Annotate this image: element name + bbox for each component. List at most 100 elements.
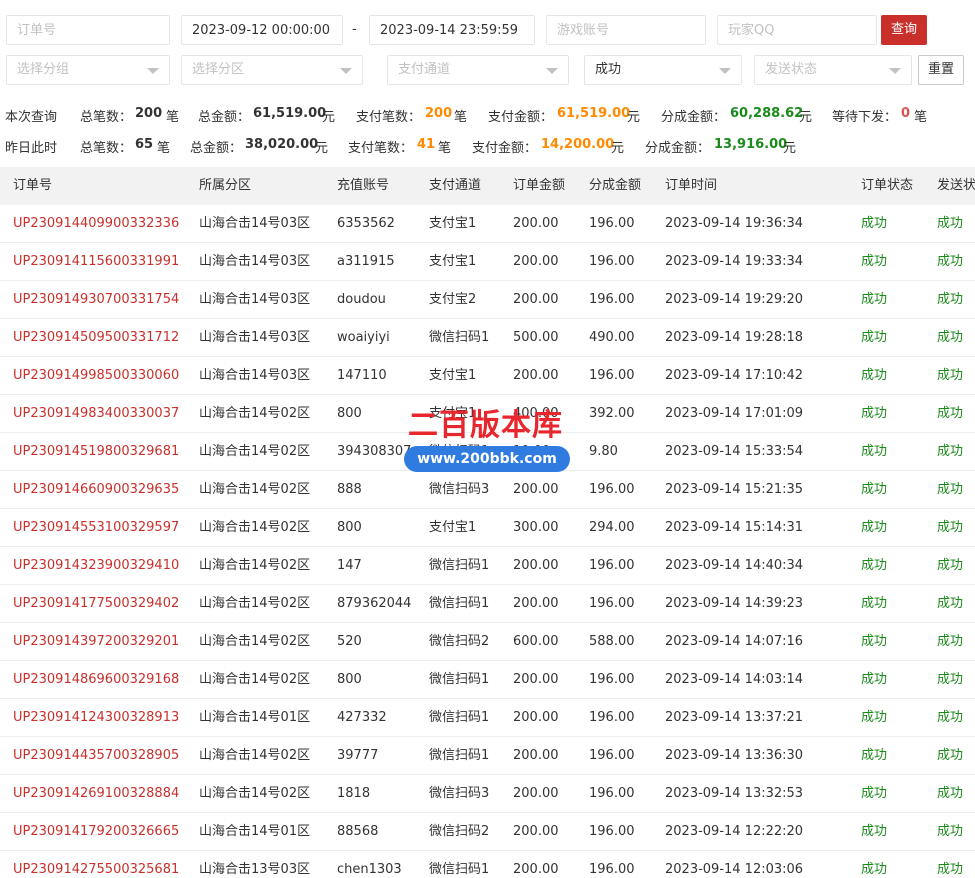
order-no-link[interactable]: UP230914409900332336 xyxy=(13,205,193,243)
amount-unit: 元 xyxy=(627,110,641,125)
player-qq-input[interactable] xyxy=(717,15,877,45)
table-row[interactable]: UP230914409900332336 山海合击14号03区 6353562 支付宝… xyxy=(0,205,975,243)
reset-button[interactable]: 重置 xyxy=(918,55,964,85)
order-no-link[interactable]: UP230914869600329168 xyxy=(13,661,193,699)
send-status-select[interactable]: 发送状态 xyxy=(754,55,912,85)
send-status-cell: 成功 xyxy=(937,786,964,801)
account-cell: 888 xyxy=(337,482,362,497)
table-row[interactable]: UP230914269100328884 山海合击14号02区 1818 微信扫码3 2… xyxy=(0,775,975,813)
channel-cell: 微信扫码1 xyxy=(429,710,490,725)
chevron-down-icon xyxy=(340,68,352,74)
order-time-cell: 2023-09-14 19:36:34 xyxy=(665,216,804,231)
query-button[interactable]: 查询 xyxy=(881,15,927,45)
order-no-link[interactable]: UP230914519800329681 xyxy=(13,433,193,471)
count-unit: 笔 xyxy=(166,110,180,125)
zone-cell: 山海合击14号01区 xyxy=(199,824,311,839)
order-no-link[interactable]: UP230914269100328884 xyxy=(13,775,193,813)
order-no-link[interactable]: UP230914998500330060 xyxy=(13,357,193,395)
zone-cell: 山海合击14号02区 xyxy=(199,444,311,459)
send-status-cell: 成功 xyxy=(937,444,964,459)
zone-cell: 山海合击14号02区 xyxy=(199,672,311,687)
order-time-cell: 2023-09-14 14:07:16 xyxy=(665,634,804,649)
account-cell: 520 xyxy=(337,634,362,649)
zone-cell: 山海合击14号03区 xyxy=(199,254,311,269)
order-time-cell: 2023-09-14 15:14:31 xyxy=(665,520,804,535)
column-header: 订单号 xyxy=(13,178,53,193)
order-no-link[interactable]: UP230914115600331991 xyxy=(13,243,193,281)
order-no-link[interactable]: UP230914660900329635 xyxy=(13,471,193,509)
column-header: 充值账号 xyxy=(337,178,390,193)
status-select-text: 成功 xyxy=(595,62,622,77)
chevron-down-icon xyxy=(889,68,901,74)
table-row[interactable]: UP230914397200329201 山海合击14号02区 520 微信扫码2 60… xyxy=(0,623,975,661)
order-no-link[interactable]: UP230914124300328913 xyxy=(13,699,193,737)
order-status-cell: 成功 xyxy=(861,672,888,687)
account-cell: 800 xyxy=(337,672,362,687)
start-time-input[interactable] xyxy=(181,15,343,45)
group-select[interactable]: 选择分组 xyxy=(6,55,170,85)
order-no-link[interactable]: UP230914435700328905 xyxy=(13,737,193,775)
table-row[interactable]: UP230914179200326665 山海合击14号01区 88568 微信扫码2… xyxy=(0,813,975,851)
share-amount-cell: 196.00 xyxy=(589,710,635,725)
table-row[interactable]: UP230914660900329635 山海合击14号02区 888 微信扫码3 20… xyxy=(0,471,975,509)
total-amount-label: 总金额： xyxy=(190,141,243,156)
zone-cell: 山海合击14号01区 xyxy=(199,710,311,725)
table-row[interactable]: UP230914983400330037 山海合击14号02区 800 支付宝1 400… xyxy=(0,395,975,433)
pay-count-value: 41 xyxy=(417,137,436,152)
order-no-link[interactable]: UP230914275500325681 xyxy=(13,851,193,878)
order-no-link[interactable]: UP230914983400330037 xyxy=(13,395,193,433)
pay-amount-value: 14,200.00 xyxy=(541,137,615,152)
table-row[interactable]: UP230914115600331991 山海合击14号03区 a311915 支付宝… xyxy=(0,243,975,281)
status-select[interactable]: 成功 xyxy=(584,55,742,85)
order-no-link[interactable]: UP230914177500329402 xyxy=(13,585,193,623)
account-cell: a311915 xyxy=(337,254,395,269)
table-row[interactable]: UP230914509500331712 山海合击14号03区 woaiyiyi 微信… xyxy=(0,319,975,357)
order-no-link[interactable]: UP230914397200329201 xyxy=(13,623,193,661)
share-amount-cell: 196.00 xyxy=(589,596,635,611)
table-row[interactable]: UP230914124300328913 山海合击14号01区 427332 微信扫码… xyxy=(0,699,975,737)
order-no-link[interactable]: UP230914509500331712 xyxy=(13,319,193,357)
table-row[interactable]: UP230914869600329168 山海合击14号02区 800 微信扫码1 20… xyxy=(0,661,975,699)
share-amount-cell: 9.80 xyxy=(589,444,618,459)
order-no-link[interactable]: UP230914553100329597 xyxy=(13,509,193,547)
table-row[interactable]: UP230914323900329410 山海合击14号02区 147 微信扫码1 20… xyxy=(0,547,975,585)
table-row[interactable]: UP230914275500325681 山海合击13号03区 chen1303 微信… xyxy=(0,851,975,878)
account-cell: 147 xyxy=(337,558,362,573)
channel-select[interactable]: 支付通道 xyxy=(387,55,569,85)
total-count-label: 总笔数： xyxy=(80,110,133,125)
send-status-cell: 成功 xyxy=(937,558,964,573)
end-time-input[interactable] xyxy=(369,15,535,45)
table-row[interactable]: UP230914177500329402 山海合击14号02区 879362044 微… xyxy=(0,585,975,623)
order-no-link[interactable]: UP230914323900329410 xyxy=(13,547,193,585)
pay-count-value: 200 xyxy=(425,106,453,121)
send-status-cell: 成功 xyxy=(937,216,964,231)
table-row[interactable]: UP230914930700331754 山海合击14号03区 doudou 支付宝2… xyxy=(0,281,975,319)
order-amount-cell: 200.00 xyxy=(513,596,559,611)
pay-count-label: 支付笔数： xyxy=(356,110,422,125)
order-amount-cell: 200.00 xyxy=(513,862,559,877)
game-account-input[interactable] xyxy=(546,15,706,45)
order-time-cell: 2023-09-14 19:33:34 xyxy=(665,254,804,269)
send-status-cell: 成功 xyxy=(937,520,964,535)
table-row[interactable]: UP230914553100329597 山海合击14号02区 800 支付宝1 300… xyxy=(0,509,975,547)
table-row[interactable]: UP230914998500330060 山海合击14号03区 147110 支付宝1… xyxy=(0,357,975,395)
account-cell: 394308307 xyxy=(337,444,412,459)
zone-cell: 山海合击14号02区 xyxy=(199,786,311,801)
order-status-cell: 成功 xyxy=(861,634,888,649)
table-row[interactable]: UP230914519800329681 山海合击14号02区 394308307 微… xyxy=(0,433,975,471)
zone-select-text: 选择分区 xyxy=(192,62,245,77)
column-header: 分成金额 xyxy=(589,178,642,193)
column-header: 所属分区 xyxy=(199,178,252,193)
order-status-cell: 成功 xyxy=(861,444,888,459)
channel-cell: 微信扫码1 xyxy=(429,558,490,573)
share-amount-label: 分成金额： xyxy=(661,110,727,125)
zone-cell: 山海合击14号02区 xyxy=(199,558,311,573)
order-time-cell: 2023-09-14 13:37:21 xyxy=(665,710,804,725)
order-no-link[interactable]: UP230914179200326665 xyxy=(13,813,193,851)
order-no-link[interactable]: UP230914930700331754 xyxy=(13,281,193,319)
account-cell: 879362044 xyxy=(337,596,412,611)
order-no-input[interactable] xyxy=(6,15,170,45)
table-row[interactable]: UP230914435700328905 山海合击14号02区 39777 微信扫码1… xyxy=(0,737,975,775)
send-status-select-text: 发送状态 xyxy=(765,62,818,77)
zone-select[interactable]: 选择分区 xyxy=(181,55,363,85)
